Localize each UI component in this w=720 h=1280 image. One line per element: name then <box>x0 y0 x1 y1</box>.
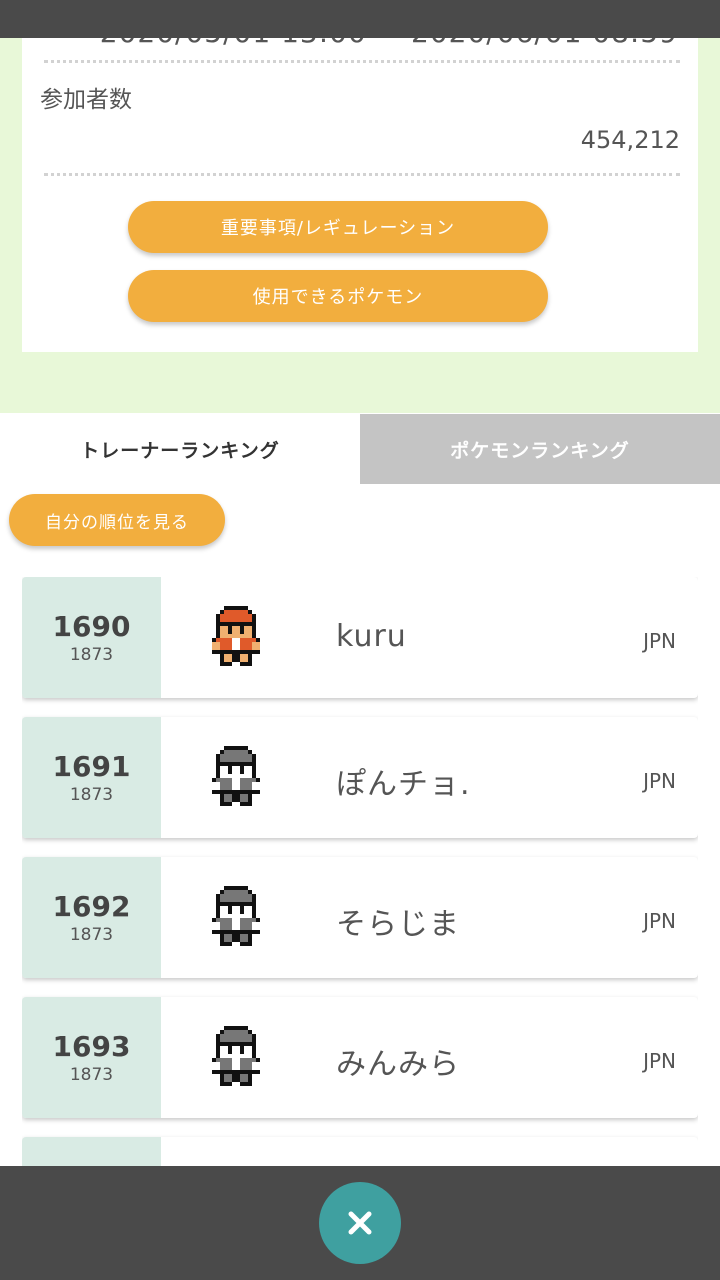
gray-trainer-icon <box>212 886 260 946</box>
status-bar <box>0 0 720 38</box>
ranking-list[interactable]: 1690 1873 kuru JPN 1691 1873 ぽんチョ. JPN 1… <box>22 577 698 1166</box>
close-button[interactable] <box>319 1182 401 1264</box>
rank-column: 1693 1873 <box>22 997 161 1118</box>
rank-number: 1691 <box>52 749 131 783</box>
red-trainer-icon <box>212 606 260 666</box>
rank-column <box>22 1137 161 1166</box>
rank-number: 1692 <box>52 889 131 923</box>
player-name: ぽんチョ. <box>336 767 471 802</box>
bottom-bar <box>0 1166 720 1280</box>
rating-value: 1873 <box>69 924 114 945</box>
ranking-tabs: トレーナーランキング ポケモンランキング <box>0 414 720 484</box>
ranking-row[interactable] <box>22 1137 698 1166</box>
country-code: JPN <box>643 1049 676 1073</box>
tab-trainer-ranking[interactable]: トレーナーランキング <box>0 414 360 484</box>
ranking-row[interactable]: 1693 1873 みんみら JPN <box>22 997 698 1118</box>
gray-trainer-icon <box>212 1026 260 1086</box>
rating-value: 1873 <box>69 784 114 805</box>
ranking-row[interactable]: 1692 1873 そらじま JPN <box>22 857 698 978</box>
regulations-button[interactable]: 重要事項/レギュレーション <box>128 201 548 253</box>
divider <box>44 173 680 176</box>
rating-value: 1873 <box>69 644 114 665</box>
my-rank-button[interactable]: 自分の順位を見る <box>9 494 225 546</box>
player-name: そらじま <box>336 907 460 942</box>
participants-label: 参加者数 <box>40 87 132 113</box>
rank-column: 1690 1873 <box>22 577 161 698</box>
ranking-row[interactable]: 1690 1873 kuru JPN <box>22 577 698 698</box>
close-icon <box>348 1211 372 1235</box>
rank-number: 1690 <box>52 609 131 643</box>
rating-value: 1873 <box>69 1064 114 1085</box>
tab-pokemon-ranking[interactable]: ポケモンランキング <box>360 414 720 484</box>
rank-column: 1692 1873 <box>22 857 161 978</box>
country-code: JPN <box>643 909 676 933</box>
gray-trainer-icon <box>212 746 260 806</box>
usable-pokemon-button[interactable]: 使用できるポケモン <box>128 270 548 322</box>
country-code: JPN <box>643 769 676 793</box>
rank-column: 1691 1873 <box>22 717 161 838</box>
divider <box>44 60 680 63</box>
player-name: kuru <box>336 619 407 654</box>
country-code: JPN <box>643 629 676 653</box>
player-name: みんみら <box>336 1047 460 1082</box>
rank-number: 1693 <box>52 1029 131 1063</box>
participants-count: 454,212 <box>580 126 680 154</box>
ranking-row[interactable]: 1691 1873 ぽんチョ. JPN <box>22 717 698 838</box>
